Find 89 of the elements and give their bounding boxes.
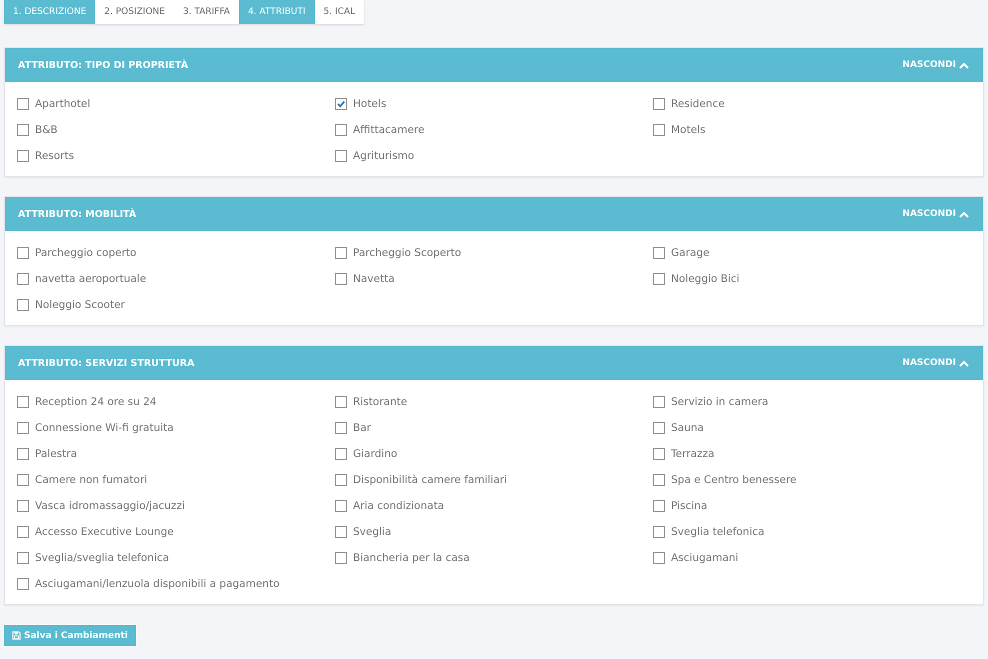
tab[interactable]: 3. TARIFFA: [174, 0, 239, 24]
checkbox[interactable]: [653, 273, 665, 285]
checkbox[interactable]: [335, 474, 347, 486]
option-label: Residence: [671, 98, 725, 110]
hide-toggle[interactable]: NASCONDI: [902, 60, 969, 70]
checkbox[interactable]: [653, 98, 665, 110]
checkbox[interactable]: [17, 124, 29, 136]
checkbox[interactable]: [17, 526, 29, 538]
option-label: Biancheria per la casa: [353, 552, 470, 564]
checkbox[interactable]: [653, 422, 665, 434]
option-label: Giardino: [353, 448, 398, 460]
option-label: Servizio in camera: [671, 396, 768, 408]
tab[interactable]: 5. ICAL: [314, 0, 364, 24]
chevron-up-icon: [959, 210, 969, 218]
option-label: Disponibilità camere familiari: [353, 474, 507, 486]
panel-title: ATTRIBUTO: TIPO DI PROPRIETÀ: [18, 60, 188, 70]
checkbox[interactable]: [653, 247, 665, 259]
option-label: Aria condizionata: [353, 500, 444, 512]
checkbox[interactable]: [653, 526, 665, 538]
checkbox[interactable]: [17, 98, 29, 110]
checkbox[interactable]: [17, 247, 29, 259]
checkbox[interactable]: [653, 124, 665, 136]
option-label: Sveglia telefonica: [671, 526, 764, 538]
option-label: Bar: [353, 422, 371, 434]
option-label: Asciugamani/lenzuola disponibili a pagamento: [35, 578, 280, 590]
checkbox[interactable]: [17, 500, 29, 512]
option-label: Agriturismo: [353, 150, 414, 162]
option-label: Connessione Wi-fi gratuita: [35, 422, 174, 434]
option-label: B&B: [35, 124, 58, 136]
option-label: Parcheggio coperto: [35, 247, 136, 259]
option-label: Sveglia: [353, 526, 392, 538]
hide-toggle[interactable]: NASCONDI: [902, 358, 969, 368]
option-label: Motels: [671, 124, 706, 136]
hide-toggle[interactable]: NASCONDI: [902, 209, 969, 219]
option-label: Hotels: [353, 98, 386, 110]
checkbox[interactable]: [335, 526, 347, 538]
checkbox[interactable]: [335, 448, 347, 460]
option-label: Affittacamere: [353, 124, 424, 136]
checkbox[interactable]: [17, 552, 29, 564]
checkbox[interactable]: [653, 552, 665, 564]
option-label: Noleggio Scooter: [35, 299, 125, 311]
option-label: Aparthotel: [35, 98, 90, 110]
option-label: Sauna: [671, 422, 704, 434]
option-label: Palestra: [35, 448, 78, 460]
option-label: Reception 24 ore su 24: [35, 396, 156, 408]
chevron-up-icon: [959, 360, 969, 366]
checkbox[interactable]: [335, 552, 347, 564]
checkbox[interactable]: [653, 500, 665, 512]
checkbox[interactable]: [17, 299, 29, 311]
option-label: Navetta: [353, 273, 395, 285]
checkbox[interactable]: [335, 500, 347, 512]
option-label: Resorts: [35, 150, 74, 162]
checkbox[interactable]: [335, 247, 347, 259]
checkbox[interactable]: [335, 273, 347, 285]
option-label: Garage: [671, 247, 710, 259]
checkbox[interactable]: [335, 422, 347, 434]
tab[interactable]: 2. POSIZIONE: [95, 0, 174, 24]
option-label: navetta aeroportuale: [35, 273, 146, 285]
checkbox[interactable]: [653, 396, 665, 408]
checkbox[interactable]: [17, 396, 29, 408]
option-label: Sveglia/sveglia telefonica: [35, 552, 170, 564]
option-label: Piscina: [671, 500, 708, 512]
checkbox[interactable]: [17, 150, 29, 162]
checkbox[interactable]: [17, 578, 29, 590]
tab[interactable]: 1. DESCRIZIONE: [4, 0, 96, 24]
option-label: Parcheggio Scoperto: [353, 247, 462, 259]
option-label: Noleggio Bici: [671, 273, 740, 285]
save-button[interactable]: Salva i Cambiamenti: [4, 625, 136, 646]
option-label: Spa e Centro benessere: [671, 474, 796, 486]
checkbox[interactable]: [335, 396, 347, 408]
checkbox[interactable]: [653, 474, 665, 486]
chevron-up-icon: [959, 62, 969, 68]
panel-title: ATTRIBUTO: SERVIZI STRUTTURA: [18, 358, 194, 368]
option-label: Camere non fumatori: [35, 474, 148, 486]
option-label: Ristorante: [353, 396, 408, 408]
checkbox[interactable]: [17, 474, 29, 486]
checkbox[interactable]: [335, 98, 347, 110]
option-label: Vasca idromassaggio/jacuzzi: [35, 500, 185, 512]
checkbox[interactable]: [17, 273, 29, 285]
checkbox[interactable]: [17, 422, 29, 434]
option-label: Accesso Executive Lounge: [35, 526, 174, 538]
panel-title: ATTRIBUTO: MOBILITÀ: [18, 208, 136, 220]
checkbox[interactable]: [335, 150, 347, 162]
checkbox[interactable]: [653, 448, 665, 460]
checkbox[interactable]: [17, 448, 29, 460]
checkbox[interactable]: [335, 124, 347, 136]
option-label: Terrazza: [671, 448, 714, 460]
option-label: Asciugamani: [671, 552, 738, 564]
tab[interactable]: 4. ATTRIBUTI: [238, 0, 315, 24]
